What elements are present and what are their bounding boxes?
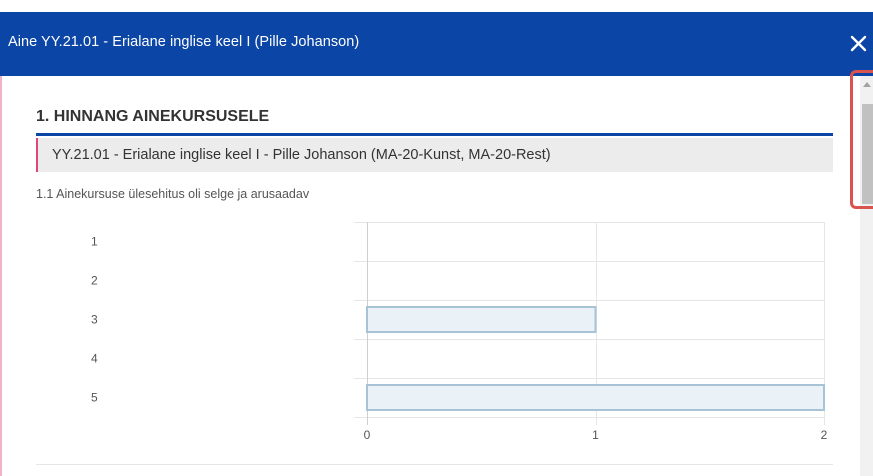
close-icon[interactable] xyxy=(845,28,873,58)
left-accent xyxy=(0,76,2,476)
dialog-body: 1. HINNANG AINEKURSUSELE YY.21.01 - Eria… xyxy=(0,76,873,476)
bottom-divider xyxy=(36,464,833,465)
course-header[interactable]: YY.21.01 - Erialane inglise keel I - Pil… xyxy=(36,138,833,172)
dialog-header: Aine YY.21.01 - Erialane inglise keel I … xyxy=(0,12,873,76)
y-tick-label: 3 xyxy=(91,313,98,327)
top-strip xyxy=(0,0,873,12)
y-tick-label: 1 xyxy=(91,235,98,249)
y-tick-label: 4 xyxy=(91,352,98,366)
section-divider xyxy=(36,133,833,136)
x-tick-label: 2 xyxy=(821,428,828,442)
bar xyxy=(366,306,597,333)
section-title: 1. HINNANG AINEKURSUSELE xyxy=(36,108,270,125)
x-tick-label: 0 xyxy=(364,428,371,442)
question-label: 1.1 Ainekursuse ülesehitus oli selge ja … xyxy=(36,187,310,201)
chart-svg: 1 2 3 4 5 0 1 2 xyxy=(91,222,828,442)
x-tick-label: 1 xyxy=(592,428,599,442)
bar-chart: 1 2 3 4 5 0 1 2 xyxy=(36,212,856,452)
course-label: YY.21.01 - Erialane inglise keel I - Pil… xyxy=(52,147,551,163)
bar xyxy=(366,384,825,411)
dialog: Aine YY.21.01 - Erialane inglise keel I … xyxy=(0,0,873,476)
y-tick-label: 2 xyxy=(91,274,98,288)
dialog-title: Aine YY.21.01 - Erialane inglise keel I … xyxy=(8,34,360,50)
scrollbar-highlight xyxy=(850,70,873,209)
course-header-accent xyxy=(36,138,38,172)
y-tick-label: 5 xyxy=(91,391,98,405)
